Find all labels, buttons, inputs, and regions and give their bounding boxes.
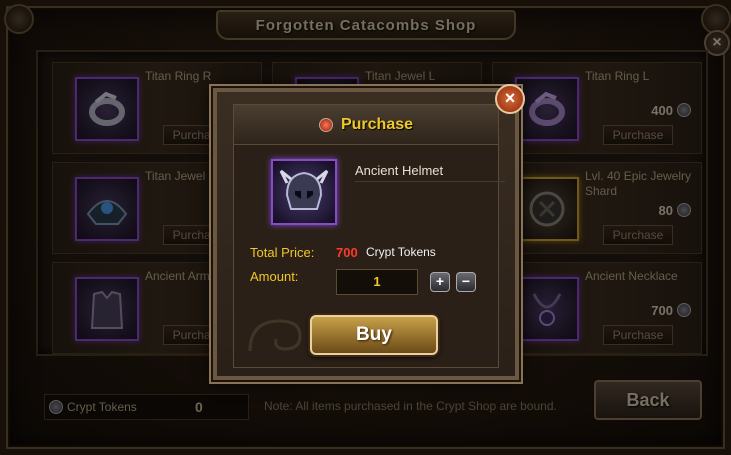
amount-input[interactable]: 1 [336,269,418,295]
buy-button[interactable]: Buy [310,315,438,355]
dialog-close-button[interactable]: × [495,84,525,114]
dialog-header: Purchase [234,105,498,145]
gem-icon [318,117,333,132]
increment-button[interactable]: + [430,272,450,292]
decrement-button[interactable]: − [456,272,476,292]
total-price-value: 700 [336,245,358,260]
amount-label: Amount: [250,269,299,284]
dialog-title: Purchase [340,115,414,133]
swirl-ornament [248,319,302,352]
helmet-icon [271,159,337,225]
total-price-label: Total Price: [250,245,315,260]
product-name: Ancient Helmet [355,163,444,178]
total-price-unit: Crypt Tokens [366,245,436,259]
divider [355,181,505,182]
dialog-body: Purchase Ancient Helmet Total Price: 700… [233,104,505,368]
purchase-dialog: Purchase Ancient Helmet Total Price: 700… [213,84,525,380]
